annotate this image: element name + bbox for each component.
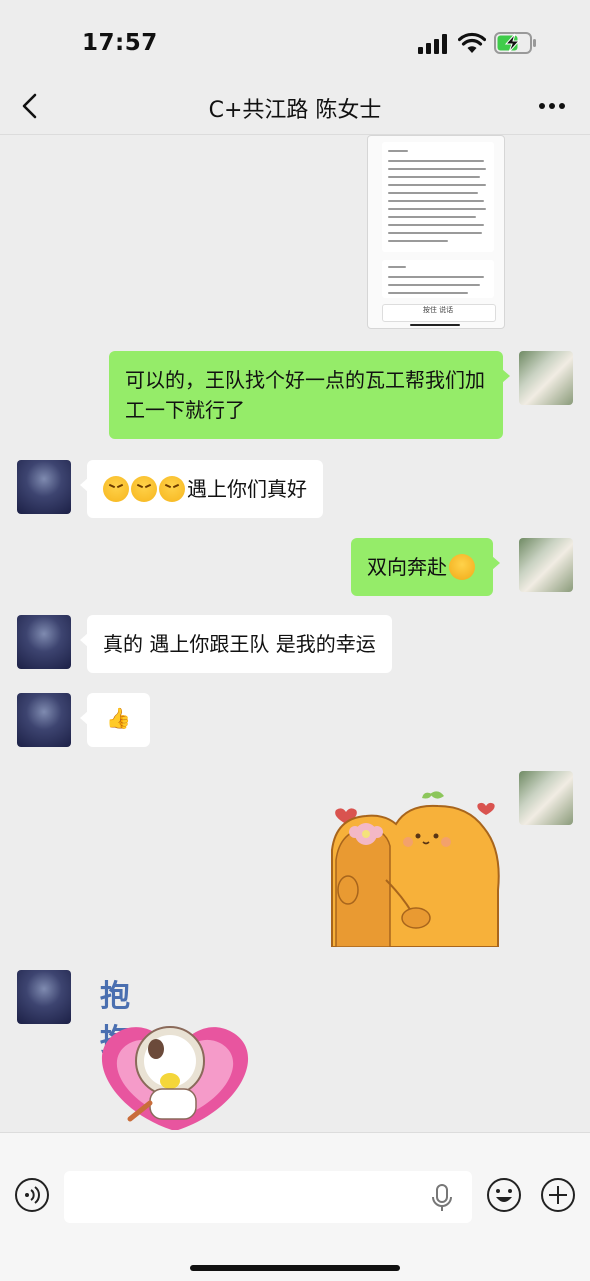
angry-face-icon	[159, 476, 185, 502]
chat-header: C+共江路 陈女士	[0, 80, 590, 135]
emoji-icon[interactable]	[486, 1177, 522, 1213]
screenshot-card	[382, 142, 494, 252]
more-icon[interactable]	[538, 102, 566, 110]
message-bubble[interactable]: 可以的，王队找个好一点的瓦工帮我们加工一下就行了	[109, 351, 510, 439]
image-message[interactable]: 按住 说话	[367, 135, 505, 329]
angry-face-icon	[131, 476, 157, 502]
my-avatar[interactable]	[519, 538, 573, 592]
status-bar: 17:57	[0, 0, 590, 80]
contact-avatar[interactable]	[17, 693, 71, 747]
plus-icon[interactable]	[540, 1177, 576, 1213]
message-text: 双向奔赴	[367, 555, 447, 579]
contact-avatar[interactable]	[17, 460, 71, 514]
battery-charging-icon	[494, 32, 536, 54]
hugging-bears-sticker[interactable]	[326, 790, 504, 947]
status-time: 17:57	[82, 30, 158, 56]
message-list[interactable]: 按住 说话 可以的，王队找个好一点的瓦工帮我们加工一下就行了 遇上你们真好 双向…	[0, 135, 590, 1130]
voice-icon[interactable]	[14, 1177, 50, 1213]
input-bar	[0, 1132, 590, 1281]
screenshot-voice-label: 按住 说话	[422, 306, 454, 314]
message-bubble[interactable]: 真的 遇上你跟王队 是我的幸运	[80, 615, 392, 673]
message-bubble[interactable]: 👍	[80, 693, 150, 747]
signal-icon	[418, 34, 447, 54]
thinking-face-icon	[449, 554, 475, 580]
snoopy-hug-sticker[interactable]: 抱 抱	[90, 971, 260, 1130]
chat-title: C+共江路 陈女士	[208, 98, 382, 123]
mic-icon[interactable]	[430, 1183, 454, 1213]
contact-avatar[interactable]	[17, 615, 71, 669]
my-avatar[interactable]	[519, 771, 573, 825]
message-bubble[interactable]: 遇上你们真好	[80, 460, 323, 518]
wifi-icon	[458, 32, 486, 53]
angry-face-icon	[103, 476, 129, 502]
my-avatar[interactable]	[519, 351, 573, 405]
home-indicator	[190, 1265, 400, 1271]
message-bubble[interactable]: 双向奔赴	[351, 538, 500, 596]
message-input[interactable]	[64, 1171, 472, 1223]
snoopy-hug-icon	[102, 1026, 248, 1130]
message-text: 遇上你们真好	[187, 477, 307, 501]
contact-avatar[interactable]	[17, 970, 71, 1024]
